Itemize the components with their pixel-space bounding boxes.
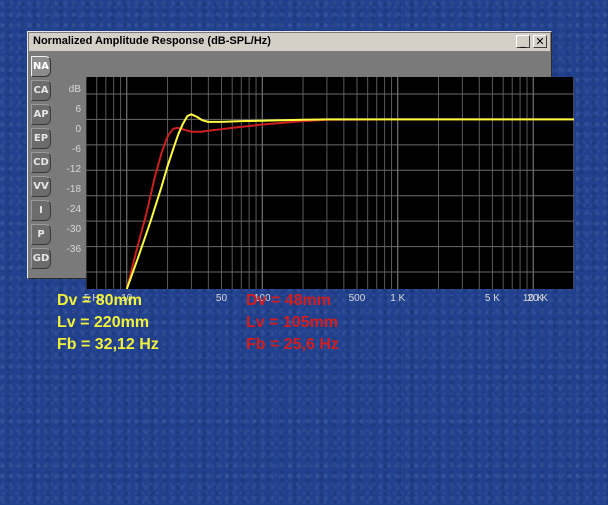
lv-value: Lv = 220mm (57, 314, 150, 331)
x-tick-label: 500 (348, 293, 366, 304)
dv-value: Dv = 48mm (246, 292, 331, 309)
tab-na[interactable]: NA (31, 56, 51, 77)
y-tick-label: 6 (75, 104, 81, 115)
y-tick-label: -12 (66, 164, 81, 175)
lv-value: Lv = 105mm (246, 314, 339, 331)
params-red: Dv = 48mm Lv = 105mm Fb = 25,6 Hz (246, 290, 339, 356)
x-tick-label: 1 K (390, 293, 406, 304)
dv-value: Dv = 80mm (57, 292, 142, 309)
close-button[interactable]: ✕ (533, 35, 547, 48)
minimize-button[interactable]: _ (516, 35, 530, 48)
fb-value: Fb = 32,12 Hz (57, 336, 159, 353)
amplitude-response-window: Normalized Amplitude Response (dB-SPL/Hz… (27, 31, 574, 304)
fb-value: Fb = 25,6 Hz (246, 336, 339, 353)
x-tick-label: 20 K (527, 293, 548, 304)
y-tick-label: -36 (66, 244, 81, 255)
y-unit-label: dB (68, 84, 81, 95)
y-tick-label: -30 (66, 224, 81, 235)
response-chart-svg (86, 77, 574, 289)
window-titlebar[interactable]: Normalized Amplitude Response (dB-SPL/Hz… (29, 33, 550, 52)
params-yellow: Dv = 80mm Lv = 220mm Fb = 32,12 Hz (57, 290, 159, 356)
y-tick-label: 0 (75, 124, 81, 135)
response-plot (86, 77, 574, 289)
y-tick-label: -24 (66, 204, 81, 215)
window-title: Normalized Amplitude Response (dB-SPL/Hz… (33, 35, 271, 47)
x-tick-label: 5 K (484, 293, 500, 304)
series-line-yellow (125, 113, 574, 289)
y-tick-label: -6 (72, 144, 81, 155)
x-tick-label: 50 (215, 293, 228, 304)
y-tick-label: -18 (66, 184, 81, 195)
